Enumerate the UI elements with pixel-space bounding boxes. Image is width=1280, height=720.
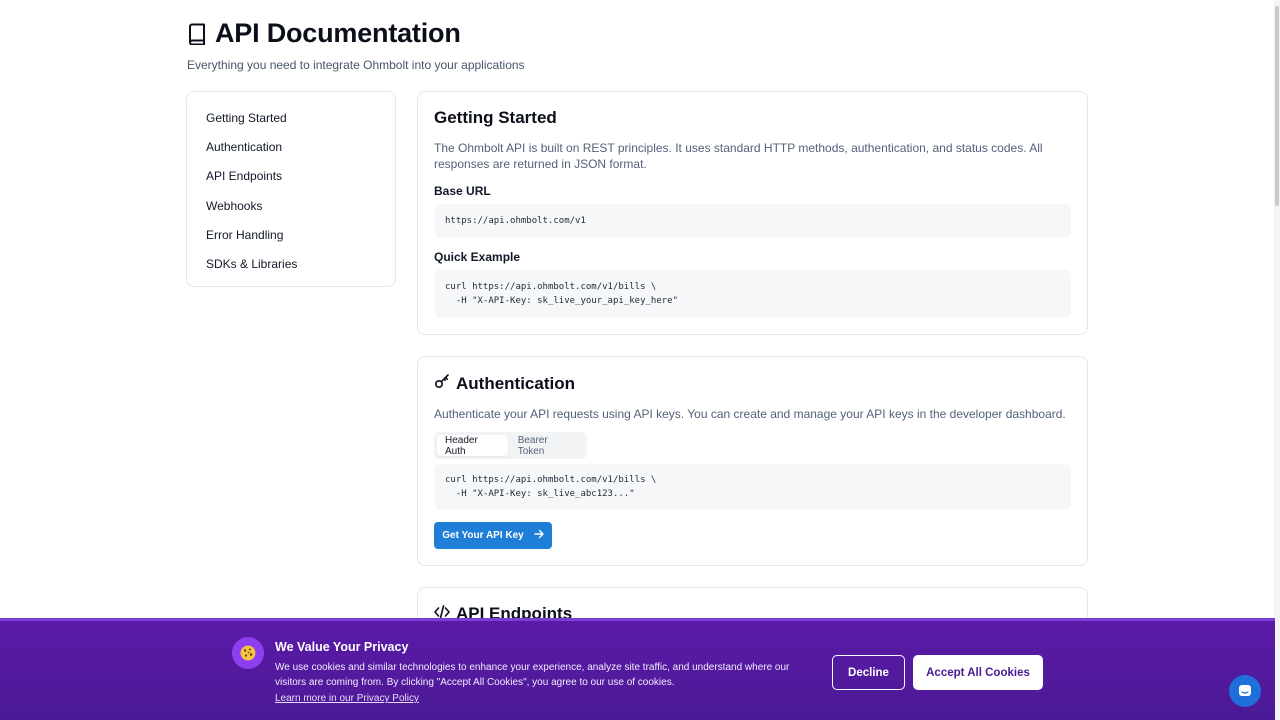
base-url-code: https://api.ohmbolt.com/v1 <box>434 204 1071 238</box>
base-url-label: Base URL <box>434 184 491 198</box>
book-icon <box>187 23 207 45</box>
sidebar-item-api-endpoints[interactable]: API Endpoints <box>187 162 395 191</box>
tab-bearer-token[interactable]: Bearer Token <box>510 435 584 457</box>
auth-code-example: curl https://api.ohmbolt.com/v1/bills \ … <box>434 464 1071 510</box>
sidebar-item-getting-started[interactable]: Getting Started <box>187 103 395 132</box>
sidebar-item-sdks-libraries[interactable]: SDKs & Libraries <box>187 249 395 278</box>
page-header: API Documentation Everything you need to… <box>187 18 525 72</box>
quick-example-label: Quick Example <box>434 250 521 264</box>
get-api-key-button[interactable]: Get Your API Key <box>434 522 552 549</box>
sidebar-item-authentication[interactable]: Authentication <box>187 132 395 161</box>
authentication-card: Authentication Authenticate your API req… <box>417 356 1088 566</box>
page-subtitle: Everything you need to integrate Ohmbolt… <box>187 58 525 72</box>
getting-started-title: Getting Started <box>434 108 557 127</box>
accept-all-cookies-button[interactable]: Accept All Cookies <box>913 655 1043 690</box>
cookie-banner-title: We Value Your Privacy <box>275 640 409 654</box>
authentication-description: Authenticate your API requests using API… <box>434 407 1066 421</box>
get-api-key-label: Get Your API Key <box>442 530 524 541</box>
decline-button[interactable]: Decline <box>832 655 905 690</box>
auth-tabs: Header Auth Bearer Token <box>434 432 587 459</box>
key-icon <box>434 373 450 394</box>
quick-example-code: curl https://api.ohmbolt.com/v1/bills \ … <box>434 270 1071 318</box>
cookie-icon <box>232 637 264 669</box>
title-row: API Documentation <box>187 18 525 49</box>
sidebar-item-error-handling[interactable]: Error Handling <box>187 220 395 249</box>
authentication-title: Authentication <box>456 373 575 393</box>
chat-icon[interactable] <box>1229 675 1261 707</box>
sidebar-item-webhooks[interactable]: Webhooks <box>187 191 395 220</box>
cookie-banner: We Value Your Privacy We use cookies and… <box>0 618 1275 720</box>
page-scrollbar[interactable] <box>1274 0 1280 720</box>
getting-started-description: The Ohmbolt API is built on REST princip… <box>434 141 1043 171</box>
sidebar-nav: Getting Started Authentication API Endpo… <box>186 91 396 287</box>
authentication-title-row: Authentication <box>434 373 575 394</box>
arrow-right-icon <box>534 529 544 542</box>
page-title: API Documentation <box>215 18 461 48</box>
cookie-banner-text: We use cookies and similar technologies … <box>275 662 790 688</box>
tab-header-auth[interactable]: Header Auth <box>437 435 508 457</box>
getting-started-card: Getting Started The Ohmbolt API is built… <box>417 91 1088 335</box>
privacy-policy-link[interactable]: Learn more in our Privacy Policy <box>275 693 419 704</box>
scrollbar-thumb[interactable] <box>1275 6 1279 206</box>
